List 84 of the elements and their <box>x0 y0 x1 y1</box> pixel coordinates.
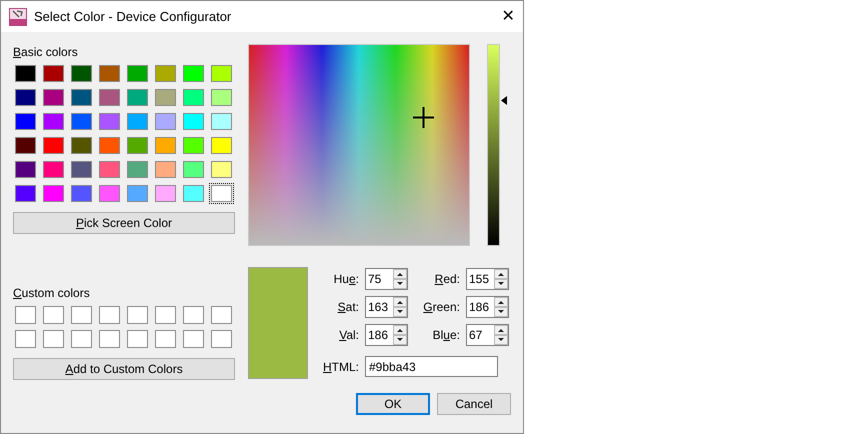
close-button[interactable]: ✕ <box>493 2 523 32</box>
color-swatch[interactable] <box>15 137 36 154</box>
pick-screen-color-button[interactable]: Pick Screen Color <box>13 212 235 234</box>
color-swatch[interactable] <box>43 161 64 178</box>
color-swatch[interactable] <box>43 89 64 106</box>
color-swatch[interactable] <box>155 161 176 178</box>
color-swatch[interactable] <box>127 65 148 82</box>
custom-color-swatch[interactable] <box>211 330 232 348</box>
custom-color-swatch[interactable] <box>71 330 92 348</box>
custom-color-swatch[interactable] <box>71 306 92 324</box>
color-swatch[interactable] <box>183 113 204 130</box>
custom-color-swatch[interactable] <box>183 306 204 324</box>
custom-color-swatch[interactable] <box>15 330 36 348</box>
color-swatch[interactable] <box>99 65 120 82</box>
color-swatch[interactable] <box>15 65 36 82</box>
field-label: Green: <box>423 299 460 316</box>
add-to-custom-colors-button[interactable]: Add to Custom Colors <box>13 358 235 380</box>
color-swatch[interactable] <box>43 113 64 130</box>
color-swatch[interactable] <box>15 185 36 202</box>
color-swatch[interactable] <box>43 65 64 82</box>
color-swatch[interactable] <box>127 161 148 178</box>
color-swatch[interactable] <box>71 185 92 202</box>
dialog-button[interactable]: Cancel <box>437 393 511 415</box>
color-swatch[interactable] <box>71 137 92 154</box>
color-swatch[interactable] <box>43 137 64 154</box>
color-swatch[interactable] <box>71 113 92 130</box>
color-swatch[interactable] <box>99 185 120 202</box>
custom-color-swatch[interactable] <box>127 330 148 348</box>
crosshair-icon <box>413 107 434 128</box>
color-swatch[interactable] <box>99 89 120 106</box>
color-swatch[interactable] <box>127 137 148 154</box>
field-label: Red: <box>434 271 460 288</box>
hue-saturation-field[interactable] <box>248 44 470 246</box>
color-swatch[interactable] <box>71 89 92 106</box>
color-swatch[interactable] <box>211 185 232 202</box>
color-swatch[interactable] <box>43 185 64 202</box>
custom-color-swatch[interactable] <box>155 330 176 348</box>
section-label: Custom colors <box>13 285 91 301</box>
color-swatch[interactable] <box>183 161 204 178</box>
field-label: Sat: <box>338 299 359 316</box>
dialog-button[interactable]: OK <box>356 393 430 415</box>
field-label: HTML: <box>322 358 360 376</box>
color-swatch[interactable] <box>127 185 148 202</box>
color-swatch[interactable] <box>99 113 120 130</box>
color-swatch[interactable] <box>155 137 176 154</box>
custom-color-swatch[interactable] <box>155 306 176 324</box>
slider-arrow-icon[interactable] <box>501 96 507 104</box>
color-swatch[interactable] <box>183 185 204 202</box>
color-swatch[interactable] <box>183 89 204 106</box>
color-swatch[interactable] <box>211 161 232 178</box>
color-swatch[interactable] <box>99 137 120 154</box>
color-swatch[interactable] <box>15 113 36 130</box>
field-label: Hue: <box>334 271 359 288</box>
color-swatch[interactable] <box>155 89 176 106</box>
color-swatch[interactable] <box>211 89 232 106</box>
color-swatch[interactable] <box>15 161 36 178</box>
color-swatch[interactable] <box>211 113 232 130</box>
color-swatch[interactable] <box>15 89 36 106</box>
section-label: Basic colors <box>13 44 79 60</box>
color-swatch[interactable] <box>183 137 204 154</box>
custom-color-swatch[interactable] <box>99 330 120 348</box>
custom-color-swatch[interactable] <box>211 306 232 324</box>
custom-color-swatch[interactable] <box>43 330 64 348</box>
color-swatch[interactable] <box>155 113 176 130</box>
color-swatch[interactable] <box>71 161 92 178</box>
html-input-field[interactable]: #9bba43 <box>365 356 498 377</box>
custom-color-swatch[interactable] <box>183 330 204 348</box>
custom-color-swatch[interactable] <box>43 306 64 324</box>
color-swatch[interactable] <box>211 137 232 154</box>
color-swatch[interactable] <box>71 65 92 82</box>
color-swatch[interactable] <box>127 89 148 106</box>
app-icon <box>9 8 27 26</box>
custom-color-swatch[interactable] <box>99 306 120 324</box>
custom-color-swatch[interactable] <box>15 306 36 324</box>
color-swatch[interactable] <box>155 65 176 82</box>
color-swatch[interactable] <box>183 65 204 82</box>
color-swatch[interactable] <box>99 161 120 178</box>
color-swatch[interactable] <box>127 113 148 130</box>
field-label: Blue: <box>432 327 460 344</box>
color-swatch[interactable] <box>155 185 176 202</box>
window-title: Select Color - Device Configurator <box>34 8 232 26</box>
custom-color-swatch[interactable] <box>127 306 148 324</box>
field-label: Val: <box>339 327 359 344</box>
color-swatch[interactable] <box>211 65 232 82</box>
